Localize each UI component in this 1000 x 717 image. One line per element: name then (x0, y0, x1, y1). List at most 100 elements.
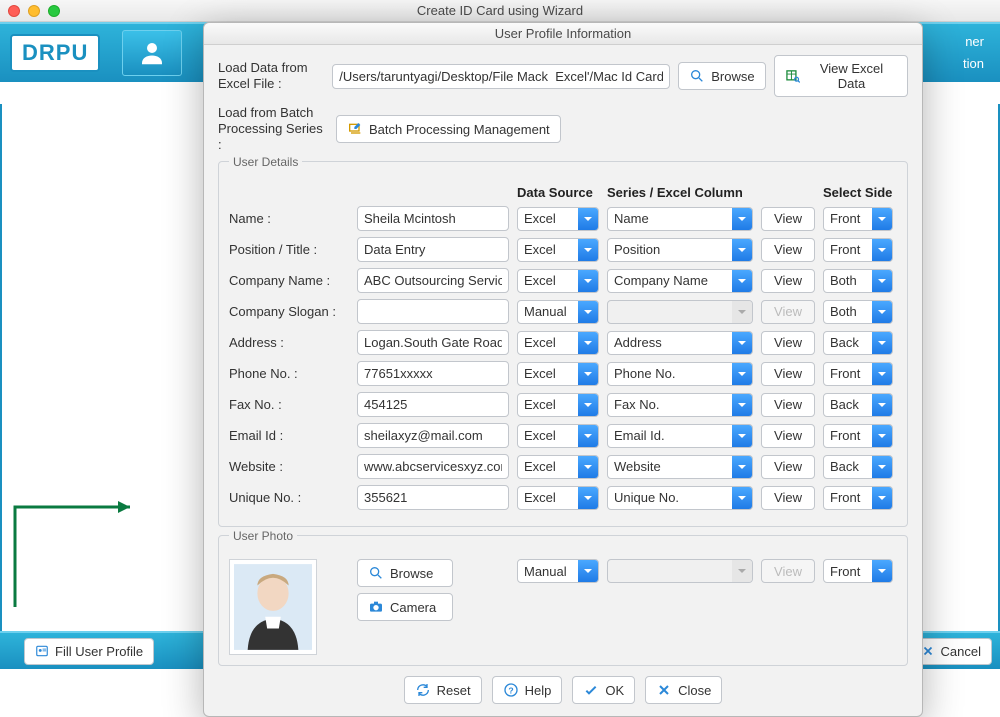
view-button[interactable]: View (761, 455, 815, 479)
series-column-value: Name (608, 211, 732, 226)
data-source-select[interactable]: Excel (517, 331, 599, 355)
field-input[interactable] (357, 392, 509, 417)
fill-user-profile-button[interactable]: Fill User Profile (24, 638, 154, 665)
data-source-value: Excel (518, 490, 578, 505)
photo-source-select[interactable]: Manual (517, 559, 599, 583)
data-source-value: Excel (518, 428, 578, 443)
field-row: Fax No. : Excel Fax No. View Back (229, 392, 897, 417)
photo-camera-button[interactable]: Camera (357, 593, 453, 621)
chevron-down-icon (872, 487, 892, 509)
view-button[interactable]: View (761, 486, 815, 510)
side-select[interactable]: Front (823, 486, 893, 510)
series-column-select[interactable]: Email Id. (607, 424, 753, 448)
series-column-select (607, 300, 753, 324)
batch-processing-button[interactable]: Batch Processing Management (336, 115, 561, 143)
side-select[interactable]: Back (823, 393, 893, 417)
side-select[interactable]: Front (823, 238, 893, 262)
chevron-down-icon (732, 208, 752, 230)
browse-excel-button[interactable]: Browse (678, 62, 765, 90)
side-select[interactable]: Front (823, 424, 893, 448)
view-button[interactable]: View (761, 238, 815, 262)
excel-path-input[interactable] (332, 64, 670, 89)
search-icon (689, 68, 705, 84)
field-input[interactable] (357, 268, 509, 293)
side-value: Front (824, 490, 872, 505)
view-excel-button[interactable]: View Excel Data (774, 55, 908, 97)
series-column-select[interactable]: Website (607, 455, 753, 479)
field-row: Unique No. : Excel Unique No. View Front (229, 485, 897, 510)
data-source-value: Excel (518, 335, 578, 350)
series-column-select[interactable]: Fax No. (607, 393, 753, 417)
reset-button[interactable]: Reset (404, 676, 482, 704)
field-input[interactable] (357, 299, 509, 324)
side-select[interactable]: Both (823, 269, 893, 293)
field-input[interactable] (357, 485, 509, 510)
side-value: Front (824, 366, 872, 381)
zoom-window-icon[interactable] (48, 5, 60, 17)
field-input[interactable] (357, 330, 509, 355)
photo-side-select[interactable]: Front (823, 559, 893, 583)
side-select[interactable]: Front (823, 207, 893, 231)
view-button[interactable]: View (761, 207, 815, 231)
chevron-down-icon (578, 239, 598, 261)
user-details-legend: User Details (229, 155, 302, 169)
data-source-select[interactable]: Manual (517, 300, 599, 324)
chevron-down-icon (732, 270, 752, 292)
series-column-select[interactable]: Phone No. (607, 362, 753, 386)
data-source-select[interactable]: Excel (517, 393, 599, 417)
ok-button[interactable]: OK (572, 676, 635, 704)
series-column-select[interactable]: Company Name (607, 269, 753, 293)
data-source-select[interactable]: Excel (517, 362, 599, 386)
user-photo-legend: User Photo (229, 529, 297, 543)
field-input[interactable] (357, 237, 509, 262)
window-title: Create ID Card using Wizard (0, 3, 1000, 18)
user-details-fieldset: User Details Data Source Series / Excel … (218, 161, 908, 527)
chevron-down-icon (578, 394, 598, 416)
help-button[interactable]: ? Help (492, 676, 563, 704)
data-source-select[interactable]: Excel (517, 455, 599, 479)
view-button[interactable]: View (761, 331, 815, 355)
header-data-source: Data Source (517, 185, 599, 200)
field-input[interactable] (357, 423, 509, 448)
side-select[interactable]: Back (823, 331, 893, 355)
field-input[interactable] (357, 454, 509, 479)
view-button[interactable]: View (761, 393, 815, 417)
series-column-select[interactable]: Address (607, 331, 753, 355)
user-photo-thumb[interactable] (229, 559, 317, 655)
data-source-select[interactable]: Excel (517, 486, 599, 510)
view-button[interactable]: View (761, 424, 815, 448)
series-column-value: Website (608, 459, 732, 474)
view-button[interactable]: View (761, 269, 815, 293)
photo-browse-button[interactable]: Browse (357, 559, 453, 587)
camera-icon (368, 599, 384, 615)
data-source-select[interactable]: Excel (517, 269, 599, 293)
series-column-select[interactable]: Position (607, 238, 753, 262)
data-source-value: Excel (518, 459, 578, 474)
series-column-value: Phone No. (608, 366, 732, 381)
search-icon (368, 565, 384, 581)
data-source-select[interactable]: Excel (517, 238, 599, 262)
chevron-down-icon (732, 560, 752, 582)
side-select[interactable]: Back (823, 455, 893, 479)
view-button[interactable]: View (761, 362, 815, 386)
chevron-down-icon (578, 332, 598, 354)
field-label: Company Slogan : (229, 304, 349, 319)
field-input[interactable] (357, 361, 509, 386)
series-column-select[interactable]: Name (607, 207, 753, 231)
data-source-select[interactable]: Excel (517, 424, 599, 448)
close-window-icon[interactable] (8, 5, 20, 17)
series-column-select[interactable]: Unique No. (607, 486, 753, 510)
chevron-down-icon (872, 208, 892, 230)
side-select[interactable]: Front (823, 362, 893, 386)
avatar-photo-icon (234, 563, 312, 651)
side-select[interactable]: Both (823, 300, 893, 324)
chevron-down-icon (732, 363, 752, 385)
reset-label: Reset (437, 683, 471, 698)
close-button[interactable]: Close (645, 676, 722, 704)
chevron-down-icon (578, 363, 598, 385)
minimize-window-icon[interactable] (28, 5, 40, 17)
field-row: Company Name : Excel Company Name View B… (229, 268, 897, 293)
chevron-down-icon (732, 239, 752, 261)
field-input[interactable] (357, 206, 509, 231)
data-source-select[interactable]: Excel (517, 207, 599, 231)
